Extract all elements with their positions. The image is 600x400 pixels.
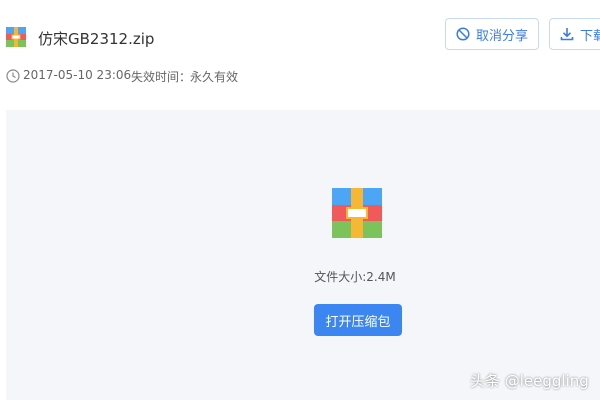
expiry-label: 失效时间： <box>131 70 192 84</box>
archive-icon <box>6 27 26 47</box>
share-date: 2017-05-10 23:06 <box>23 68 132 82</box>
download-label: 下载 <box>580 28 600 44</box>
clock-icon <box>6 69 20 83</box>
watermark: 头条 @leeggling <box>470 372 589 390</box>
open-archive-button[interactable]: 打开压缩包 <box>314 304 402 336</box>
cancel-share-label: 取消分享 <box>476 28 529 44</box>
file-name: 仿宋GB2312.zip <box>38 30 155 48</box>
open-archive-label: 打开压缩包 <box>325 314 391 330</box>
prohibit-icon <box>456 27 470 41</box>
file-header: 仿宋GB2312.zip 2017-05-10 23:06 失效时间： 永久有效… <box>0 0 600 102</box>
archive-icon <box>332 188 382 238</box>
expiry-value: 永久有效 <box>190 70 239 84</box>
file-preview-area <box>6 110 600 400</box>
file-size: 文件大小:2.4M <box>314 270 396 284</box>
cancel-share-button[interactable]: 取消分享 <box>445 18 539 50</box>
download-button[interactable]: 下载 <box>549 18 600 50</box>
download-icon <box>560 28 574 41</box>
